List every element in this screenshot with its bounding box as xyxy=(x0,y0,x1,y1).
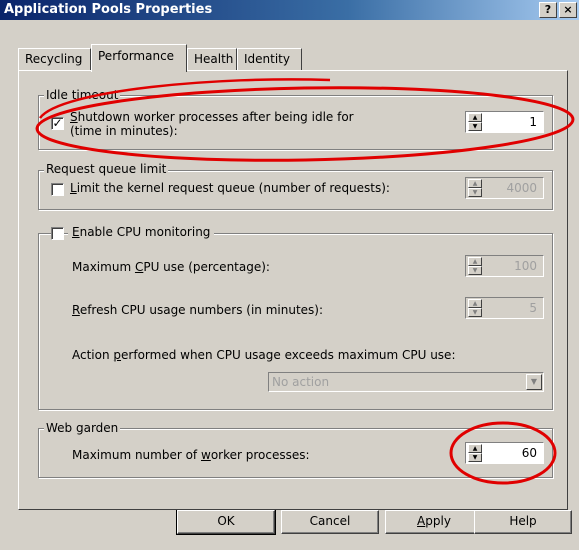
chevron-down-icon[interactable]: ▼ xyxy=(526,374,542,390)
close-button[interactable]: × xyxy=(559,2,577,18)
request-queue-value: 4000 xyxy=(506,181,537,195)
cpu-monitoring-label: Enable CPU monitoring xyxy=(68,225,215,239)
refresh-cpu-spinner[interactable]: ▲ ▼ 5 xyxy=(465,297,544,319)
idle-timeout-checkbox[interactable]: ✓ xyxy=(51,117,64,130)
spin-up-icon[interactable]: ▲ xyxy=(468,444,482,453)
spin-up-icon[interactable]: ▲ xyxy=(468,113,482,122)
window-title: Application Pools Properties xyxy=(4,2,213,17)
web-garden-spinner[interactable]: ▲ ▼ 60 xyxy=(465,442,544,464)
request-queue-group-label: Request queue limit xyxy=(44,162,169,176)
spin-up-icon[interactable]: ▲ xyxy=(468,299,482,308)
web-garden-value: 60 xyxy=(521,446,537,460)
title-bar: Application Pools Properties ? × xyxy=(0,0,579,20)
cpu-action-dropdown[interactable]: No action ▼ xyxy=(268,372,544,392)
cancel-button[interactable]: Cancel xyxy=(281,510,379,534)
spin-up-icon[interactable]: ▲ xyxy=(468,257,482,266)
refresh-cpu-value: 5 xyxy=(529,301,537,315)
tab-performance[interactable]: Performance xyxy=(91,44,187,72)
idle-timeout-spinner[interactable]: ▲ ▼ 1 xyxy=(465,111,544,133)
spin-down-icon[interactable]: ▼ xyxy=(468,122,482,131)
cpu-monitoring-checkbox[interactable] xyxy=(51,227,64,240)
max-cpu-value: 100 xyxy=(514,259,537,273)
tab-recycling[interactable]: Recycling xyxy=(18,48,91,70)
spin-down-icon[interactable]: ▼ xyxy=(468,453,482,462)
help-button[interactable]: Help xyxy=(474,510,572,534)
idle-timeout-group-label: Idle timeout xyxy=(44,88,121,102)
idle-timeout-value: 1 xyxy=(529,115,537,129)
ok-button[interactable]: OK xyxy=(176,509,276,535)
refresh-cpu-label: Refresh CPU usage numbers (in minutes): xyxy=(72,303,324,317)
spin-up-icon[interactable]: ▲ xyxy=(468,179,482,188)
web-garden-group-label: Web garden xyxy=(44,421,121,435)
cpu-action-selected: No action xyxy=(272,375,330,389)
idle-timeout-label-line1: Shutdown worker processes after being id… xyxy=(70,110,354,124)
request-queue-label: Limit the kernel request queue (number o… xyxy=(70,181,390,195)
max-cpu-label: Maximum CPU use (percentage): xyxy=(72,260,270,274)
request-queue-checkbox[interactable] xyxy=(51,183,64,196)
web-garden-label: Maximum number of worker processes: xyxy=(72,448,310,462)
spin-down-icon[interactable]: ▼ xyxy=(468,188,482,197)
spin-down-icon[interactable]: ▼ xyxy=(468,266,482,275)
tab-health[interactable]: Health xyxy=(187,48,237,70)
help-title-button[interactable]: ? xyxy=(539,2,557,18)
request-queue-spinner[interactable]: ▲ ▼ 4000 xyxy=(465,177,544,199)
cpu-action-label: Action performed when CPU usage exceeds … xyxy=(72,348,456,362)
tab-identity[interactable]: Identity xyxy=(237,48,302,70)
max-cpu-spinner[interactable]: ▲ ▼ 100 xyxy=(465,255,544,277)
apply-button[interactable]: Apply xyxy=(385,510,483,534)
idle-timeout-label-line2: (time in minutes): xyxy=(70,124,178,138)
spin-down-icon[interactable]: ▼ xyxy=(468,308,482,317)
